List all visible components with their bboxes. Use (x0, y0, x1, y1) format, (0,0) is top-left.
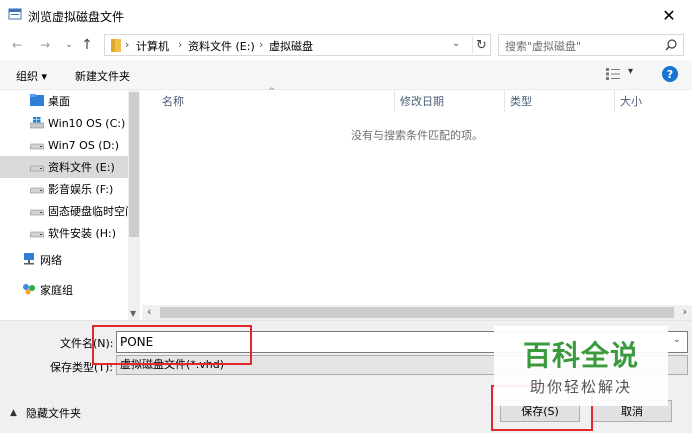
drive-icon (30, 165, 44, 172)
search-placeholder: 搜索"虚拟磁盘" (505, 40, 582, 53)
breadcrumb-drive-e[interactable]: 资料文件 (E:) (188, 38, 255, 54)
sidebar-item-network[interactable]: 网络 (0, 249, 128, 271)
drive-icon (30, 231, 44, 238)
sidebar-item-drive-h[interactable]: 软件安装 (H:) (0, 222, 128, 244)
sidebar-item-label: 固态硬盘临时空间 (48, 205, 128, 218)
refresh-icon[interactable]: ↻ (472, 36, 490, 54)
view-dropdown-icon[interactable]: ▾ (628, 66, 633, 77)
scroll-right-icon[interactable]: › (683, 305, 687, 318)
new-folder-button[interactable]: 新建文件夹 (75, 68, 130, 84)
app-icon (8, 8, 22, 20)
breadcrumb-virtual-disk[interactable]: 虚拟磁盘 (269, 38, 313, 54)
homegroup-icon (23, 284, 35, 295)
chevron-up-icon: ▲ (10, 408, 17, 418)
hide-folders-toggle[interactable]: ▲ 隐藏文件夹 (10, 405, 81, 421)
empty-list-message: 没有与搜索条件匹配的项。 (351, 129, 483, 142)
address-dropdown-chevron-icon[interactable]: ⌄ (452, 38, 460, 49)
sidebar-item-label: 桌面 (48, 95, 70, 108)
sidebar-item-drive-g[interactable]: 固态硬盘临时空间 (0, 200, 128, 222)
scroll-down-icon[interactable]: ▼ (130, 309, 136, 318)
sidebar-item-homegroup[interactable]: 家庭组 (0, 279, 128, 301)
hide-folders-label: 隐藏文件夹 (26, 407, 81, 420)
file-list[interactable]: ^ 名称 修改日期 类型 大小 没有与搜索条件匹配的项。 (142, 87, 692, 320)
sidebar-item-drive-d[interactable]: Win7 OS (D:) (0, 134, 128, 156)
sidebar-item-label: Win7 OS (D:) (48, 138, 120, 152)
watermark-subtitle: 助你轻松解决 (529, 378, 632, 396)
sort-ascending-icon: ^ (268, 87, 276, 97)
breadcrumb-separator-icon: › (125, 38, 130, 51)
windows-drive-icon (30, 117, 44, 129)
sidebar-item-label: 影音娱乐 (F:) (48, 183, 114, 196)
sidebar-scroll-thumb[interactable] (129, 92, 139, 237)
view-options-icon[interactable] (606, 68, 620, 80)
column-divider[interactable] (614, 90, 615, 112)
column-divider[interactable] (394, 90, 395, 112)
column-header-modified[interactable]: 修改日期 (400, 90, 444, 112)
drive-icon (30, 143, 44, 150)
sidebar-item-drive-c[interactable]: Win10 OS (C:) (0, 112, 128, 134)
recent-locations-chevron-icon[interactable]: ⌄ (60, 36, 78, 54)
scroll-left-icon[interactable]: ‹ (147, 305, 151, 318)
navigation-pane: 桌面 Win10 OS (C:) Win7 OS (D:) 资料文件 (E:) … (0, 90, 140, 320)
close-icon[interactable]: ✕ (646, 0, 692, 30)
sidebar-item-label: 网络 (40, 254, 62, 267)
window-title: 浏览虚拟磁盘文件 (28, 10, 125, 24)
back-arrow-icon[interactable]: ← (8, 36, 26, 54)
column-header-size[interactable]: 大小 (620, 90, 642, 112)
breadcrumb-separator-icon: › (259, 38, 264, 51)
column-header-name[interactable]: 名称 (162, 90, 184, 112)
up-arrow-icon[interactable]: ↑ (78, 36, 96, 54)
network-icon (24, 253, 34, 265)
breadcrumb-separator-icon: › (178, 38, 183, 51)
command-toolbar: 组织 ▾ 新建文件夹 ▾ ? (0, 60, 692, 90)
sidebar-item-label: 家庭组 (40, 284, 73, 297)
title-bar: 浏览虚拟磁盘文件 ✕ (0, 0, 692, 30)
address-bar[interactable]: › 计算机 › 资料文件 (E:) › 虚拟磁盘 ⌄ ↻ (104, 34, 491, 56)
drive-icon (30, 187, 44, 194)
sidebar-item-label: Win10 OS (C:) (48, 116, 126, 130)
column-divider[interactable] (504, 90, 505, 112)
horizontal-scroll-thumb[interactable] (160, 307, 674, 318)
search-box[interactable]: 搜索"虚拟磁盘" (498, 34, 684, 56)
folder-icon (111, 39, 121, 52)
help-icon[interactable]: ? (662, 66, 678, 82)
sidebar-item-drive-e[interactable]: 资料文件 (E:) (0, 156, 128, 178)
forward-arrow-icon[interactable]: → (36, 36, 54, 54)
watermark-title: 百科全说 (522, 339, 639, 372)
sidebar-item-label: 软件安装 (H:) (48, 227, 117, 240)
search-icon (665, 39, 677, 51)
sidebar-scrollbar[interactable]: ▼ (128, 90, 140, 320)
drive-icon (30, 209, 44, 216)
organize-menu-button[interactable]: 组织 ▾ (16, 68, 47, 84)
desktop-folder-icon (30, 94, 44, 106)
breadcrumb-computer[interactable]: 计算机 (136, 38, 169, 54)
watermark: 百科全说 助你轻松解决 (494, 326, 668, 406)
sidebar-item-desktop[interactable]: 桌面 (0, 90, 128, 112)
sidebar-item-drive-f[interactable]: 影音娱乐 (F:) (0, 178, 128, 200)
horizontal-scrollbar[interactable]: ‹ › (142, 305, 692, 320)
column-header-type[interactable]: 类型 (510, 90, 532, 112)
filename-dropdown-chevron-icon[interactable]: ⌄ (673, 335, 681, 345)
filename-highlight-box (92, 325, 252, 365)
sidebar-item-label: 资料文件 (E:) (48, 161, 115, 174)
